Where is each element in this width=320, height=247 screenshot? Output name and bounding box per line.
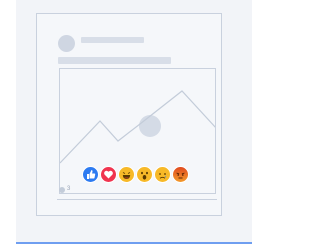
haha-reaction-icon[interactable] <box>118 166 135 183</box>
like-reaction-icon[interactable] <box>82 166 99 183</box>
avatar <box>58 35 75 52</box>
sun-icon <box>139 115 161 137</box>
love-reaction-icon[interactable] <box>100 166 117 183</box>
reaction-count-dot <box>59 187 65 193</box>
post-divider <box>57 199 217 200</box>
reaction-count: 3 <box>67 186 71 192</box>
author-name-placeholder <box>81 37 144 43</box>
accent-underline <box>16 242 252 244</box>
reaction-bar <box>82 166 202 186</box>
angry-reaction-icon[interactable] <box>172 166 189 183</box>
caption-placeholder <box>58 57 171 64</box>
wow-reaction-icon[interactable] <box>136 166 153 183</box>
sad-reaction-icon[interactable] <box>154 166 171 183</box>
